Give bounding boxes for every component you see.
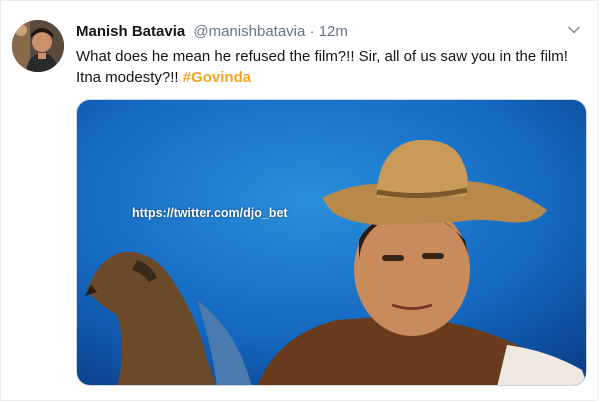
hashtag-link[interactable]: #Govinda bbox=[183, 69, 251, 86]
avatar-image bbox=[12, 20, 64, 72]
tweet-header: Manish Batavia @manishbatavia · 12m bbox=[76, 22, 348, 42]
tweet-body: What does he mean he refused the film?!!… bbox=[76, 48, 568, 86]
tweet-media[interactable]: https://twitter.com/djo_bet bbox=[76, 99, 587, 386]
chevron-down-icon[interactable] bbox=[565, 21, 583, 39]
media-image bbox=[77, 100, 586, 385]
tweet-card[interactable]: Manish Batavia @manishbatavia · 12m What… bbox=[0, 0, 598, 401]
media-watermark: https://twitter.com/djo_bet bbox=[132, 206, 288, 220]
avatar[interactable] bbox=[12, 20, 64, 72]
timestamp[interactable]: 12m bbox=[319, 23, 348, 40]
separator: · bbox=[309, 23, 315, 40]
user-handle[interactable]: @manishbatavia bbox=[193, 23, 305, 40]
tweet-text: What does he mean he refused the film?!!… bbox=[76, 46, 581, 88]
display-name[interactable]: Manish Batavia bbox=[76, 23, 185, 40]
